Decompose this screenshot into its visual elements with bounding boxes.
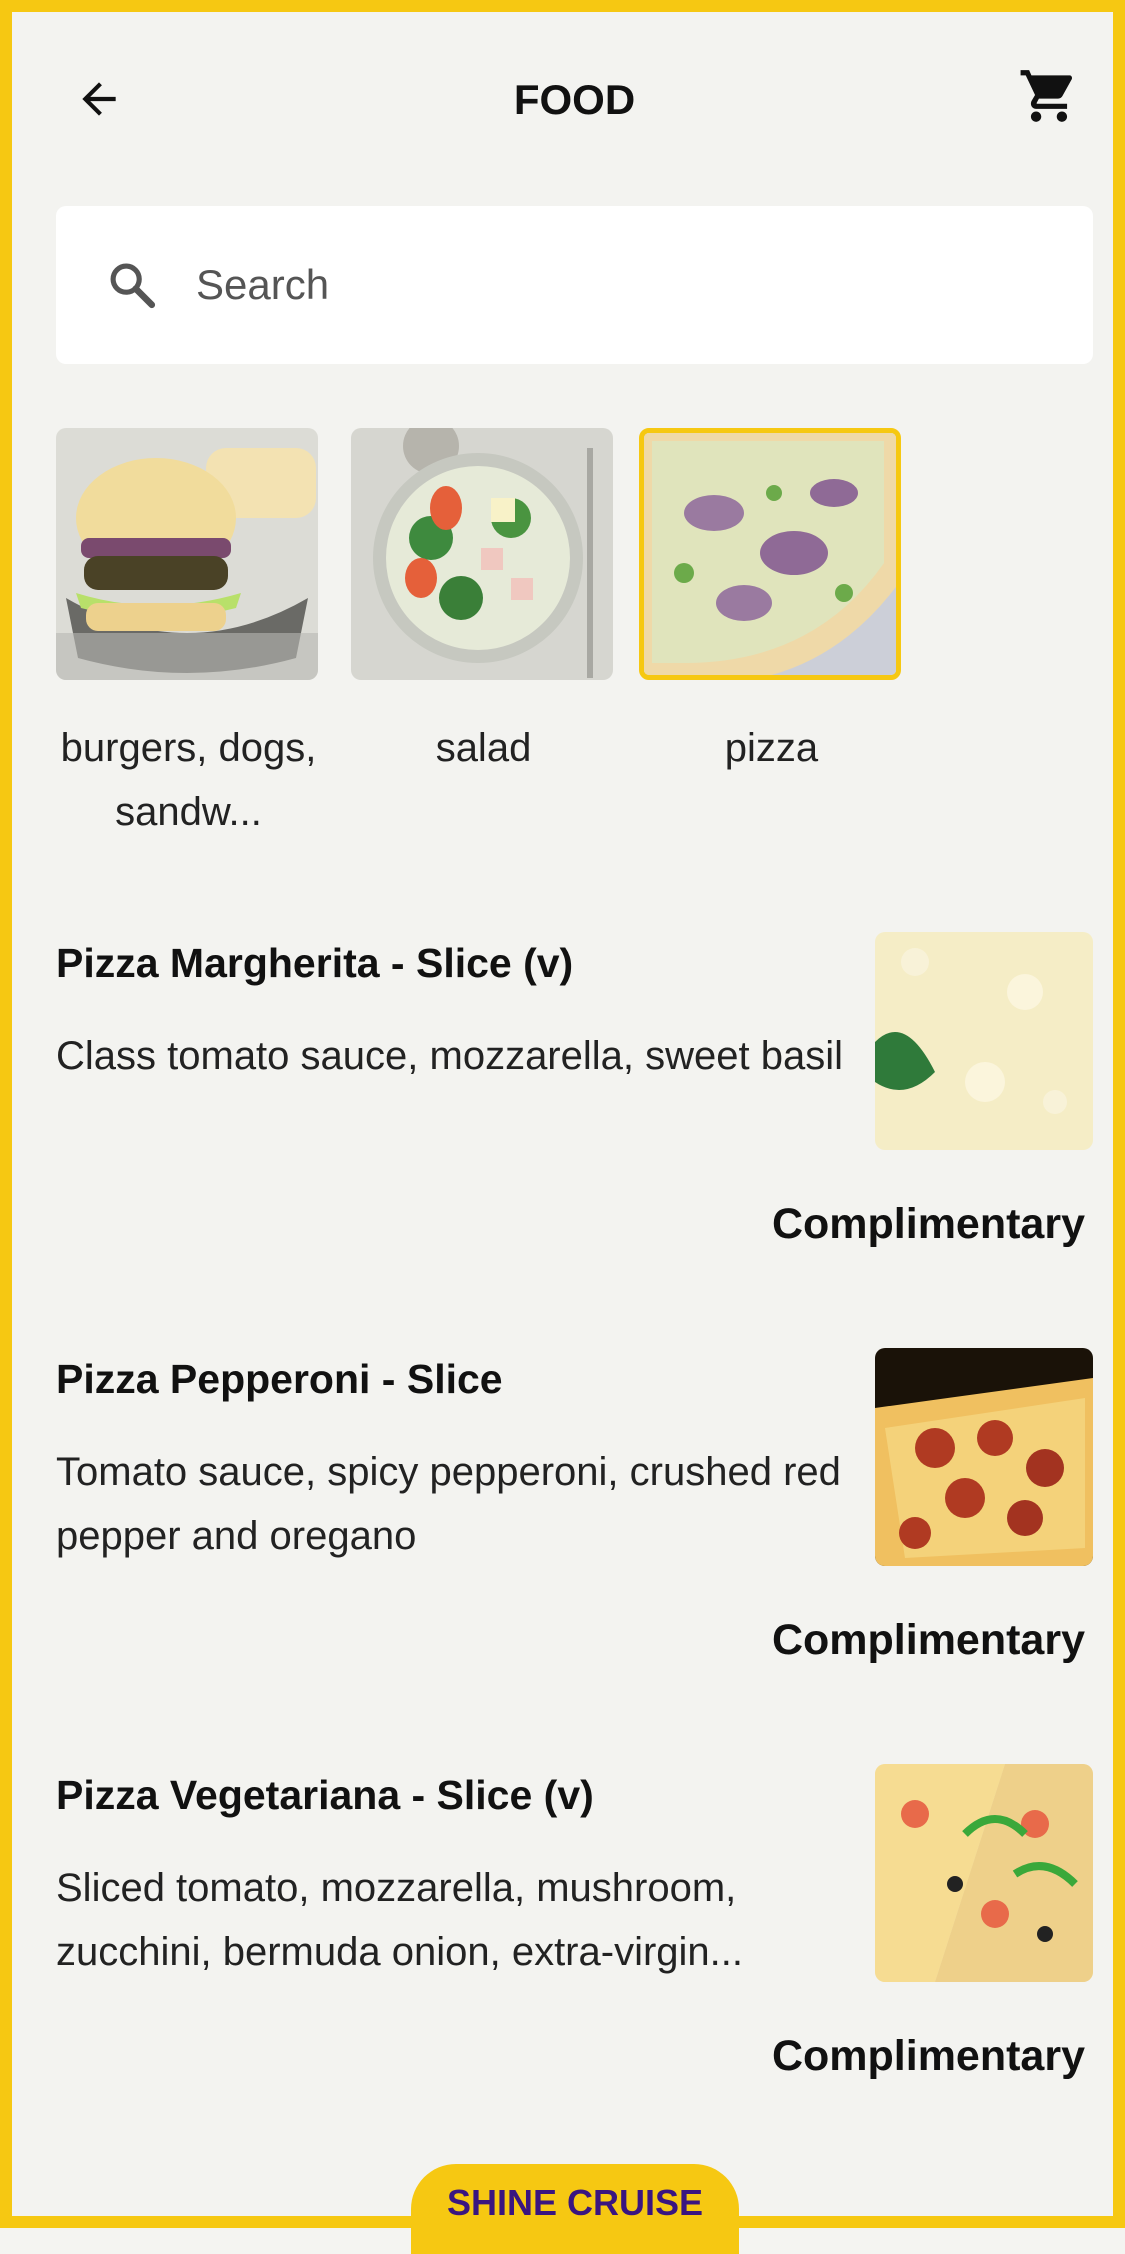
search-input[interactable] — [194, 260, 1048, 310]
item-price: Complimentary — [771, 1616, 1085, 1664]
category-carousel: burgers, dogs, sandw... salad pizza — [12, 428, 1125, 848]
item-name: Pizza Margherita - Slice (v) — [56, 940, 574, 986]
category-label: pizza — [724, 726, 819, 770]
category-pizza[interactable]: pizza — [639, 428, 904, 780]
menu-item[interactable]: Pizza Pepperoni - Slice Tomato sauce, sp… — [12, 1348, 1125, 1738]
menu-item[interactable]: Pizza Vegetariana - Slice (v) Sliced tom… — [12, 1764, 1125, 2154]
item-description: Tomato sauce, spicy pepperoni, crushed r… — [56, 1450, 841, 1558]
item-price: Complimentary — [771, 2032, 1085, 2080]
item-photo — [875, 1348, 1093, 1566]
item-photo — [875, 932, 1093, 1150]
page-title: FOOD — [513, 76, 636, 123]
top-bar: FOOD — [24, 24, 1125, 159]
category-label: burgers, dogs, sandw... — [60, 726, 317, 834]
app-frame: FOOD Search burgers, dogs, sandw... sala… — [0, 0, 1125, 2254]
item-name: Pizza Pepperoni - Slice — [56, 1356, 503, 1402]
category-image-salad — [351, 428, 613, 680]
search-icon — [110, 263, 156, 309]
item-price: Complimentary — [771, 1200, 1085, 1248]
category-image-burger — [56, 428, 318, 680]
category-label: salad — [435, 726, 532, 770]
menu-item[interactable]: Pizza Margherita - Slice (v) Class tomat… — [12, 932, 1125, 1322]
cart-button[interactable] — [1013, 60, 1085, 132]
item-photo — [875, 1764, 1093, 1982]
category-salad[interactable]: salad — [351, 428, 616, 780]
category-image-pizza — [639, 428, 901, 680]
search-bar[interactable] — [56, 206, 1093, 364]
item-description: Sliced tomato, mozzarella, mushroom, zuc… — [56, 1866, 743, 1974]
item-description: Class tomato sauce, mozzarella, sweet ba… — [56, 1034, 843, 1078]
cart-icon — [1020, 70, 1072, 122]
category-burgers[interactable]: burgers, dogs, sandw... — [56, 428, 321, 844]
brand-badge: SHINE CRUISE — [411, 2164, 739, 2254]
brand-name: SHINE CRUISE — [446, 2182, 704, 2223]
item-name: Pizza Vegetariana - Slice (v) — [56, 1772, 594, 1818]
